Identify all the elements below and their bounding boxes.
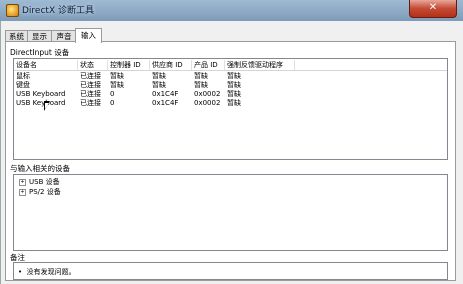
cell-controller-id: 暂缺 bbox=[110, 81, 124, 89]
cell-controller-id: 0 bbox=[110, 99, 115, 107]
cell-controller-id: 0 bbox=[110, 90, 115, 98]
cell-force-feedback: 暂缺 bbox=[227, 81, 241, 89]
tree-item-usb-devices[interactable]: + USB 设备 bbox=[19, 178, 60, 187]
note-text: 没有发现问题。 bbox=[26, 268, 76, 276]
cell-device-name: USB Keyboard bbox=[16, 90, 66, 98]
note-item: • 没有发现问题。 bbox=[18, 268, 76, 276]
cell-vendor-id: 0x1C4F bbox=[152, 90, 179, 98]
tree-item-label: PS/2 设备 bbox=[29, 188, 61, 196]
column-header-controller-id[interactable]: 控制器 ID bbox=[108, 60, 150, 70]
cell-vendor-id: 0x1C4F bbox=[152, 99, 179, 107]
title-bar: DirectX 诊断工具 ✕ bbox=[0, 0, 463, 22]
related-devices-tree[interactable]: + USB 设备 + PS/2 设备 bbox=[13, 174, 448, 251]
column-header-device-name[interactable]: 设备名 bbox=[14, 60, 78, 70]
cell-product-id: 0x0002 bbox=[194, 99, 221, 107]
table-row[interactable]: 键盘 已连接 暂缺 暂缺 暂缺 暂缺 bbox=[14, 81, 447, 90]
cell-status: 已连接 bbox=[80, 72, 101, 80]
tree-item-ps2-devices[interactable]: + PS/2 设备 bbox=[19, 188, 61, 197]
list-header: 设备名 状态 控制器 ID 供应商 ID 产品 ID 强制反馈驱动程序 bbox=[14, 59, 447, 71]
table-row[interactable]: 鼠标 已连接 暂缺 暂缺 暂缺 暂缺 bbox=[14, 72, 447, 81]
table-row[interactable]: USB Keyboard 已连接 0 0x1C4F 0x0002 暂缺 bbox=[14, 99, 447, 108]
tree-item-label: USB 设备 bbox=[29, 178, 60, 186]
cell-device-name: 键盘 bbox=[16, 81, 30, 89]
cell-force-feedback: 暂缺 bbox=[227, 72, 241, 80]
cell-product-id: 0x0002 bbox=[194, 90, 221, 98]
close-button[interactable]: ✕ bbox=[409, 0, 457, 18]
window-body: 系统 显示 声音 输入 DirectInput 设备 设备名 状态 控制器 ID… bbox=[0, 21, 463, 284]
expand-icon[interactable]: + bbox=[19, 188, 26, 196]
cell-vendor-id: 暂缺 bbox=[152, 81, 166, 89]
column-header-status[interactable]: 状态 bbox=[78, 60, 108, 70]
input-tab-panel: DirectInput 设备 设备名 状态 控制器 ID 供应商 ID 产品 I… bbox=[5, 41, 456, 281]
cell-force-feedback: 暂缺 bbox=[227, 90, 241, 98]
cell-status: 已连接 bbox=[80, 99, 101, 107]
directinput-device-list[interactable]: 设备名 状态 控制器 ID 供应商 ID 产品 ID 强制反馈驱动程序 鼠标 已… bbox=[13, 58, 448, 160]
notes-box: • 没有发现问题。 bbox=[13, 262, 448, 280]
cell-vendor-id: 暂缺 bbox=[152, 72, 166, 80]
mouse-pointer-fill bbox=[45, 103, 49, 109]
cell-device-name: USB Keyboard bbox=[16, 99, 66, 107]
tab-input[interactable]: 输入 bbox=[75, 28, 102, 43]
column-header-product-id[interactable]: 产品 ID bbox=[192, 60, 225, 70]
table-row[interactable]: USB Keyboard 已连接 0 0x1C4F 0x0002 暂缺 bbox=[14, 90, 447, 99]
directx-app-icon bbox=[6, 4, 19, 17]
expand-icon[interactable]: + bbox=[19, 178, 26, 186]
directinput-group-title: DirectInput 设备 bbox=[10, 48, 70, 57]
column-header-vendor-id[interactable]: 供应商 ID bbox=[150, 60, 192, 70]
cell-status: 已连接 bbox=[80, 81, 101, 89]
related-devices-group-title: 与输入相关的设备 bbox=[10, 164, 70, 173]
cell-controller-id: 暂缺 bbox=[110, 72, 124, 80]
column-header-force-feedback[interactable]: 强制反馈驱动程序 bbox=[225, 60, 295, 70]
cell-product-id: 暂缺 bbox=[194, 81, 208, 89]
window-title: DirectX 诊断工具 bbox=[22, 6, 94, 16]
cell-device-name: 鼠标 bbox=[16, 72, 30, 80]
cell-status: 已连接 bbox=[80, 90, 101, 98]
cell-force-feedback: 暂缺 bbox=[227, 99, 241, 107]
cell-product-id: 暂缺 bbox=[194, 72, 208, 80]
